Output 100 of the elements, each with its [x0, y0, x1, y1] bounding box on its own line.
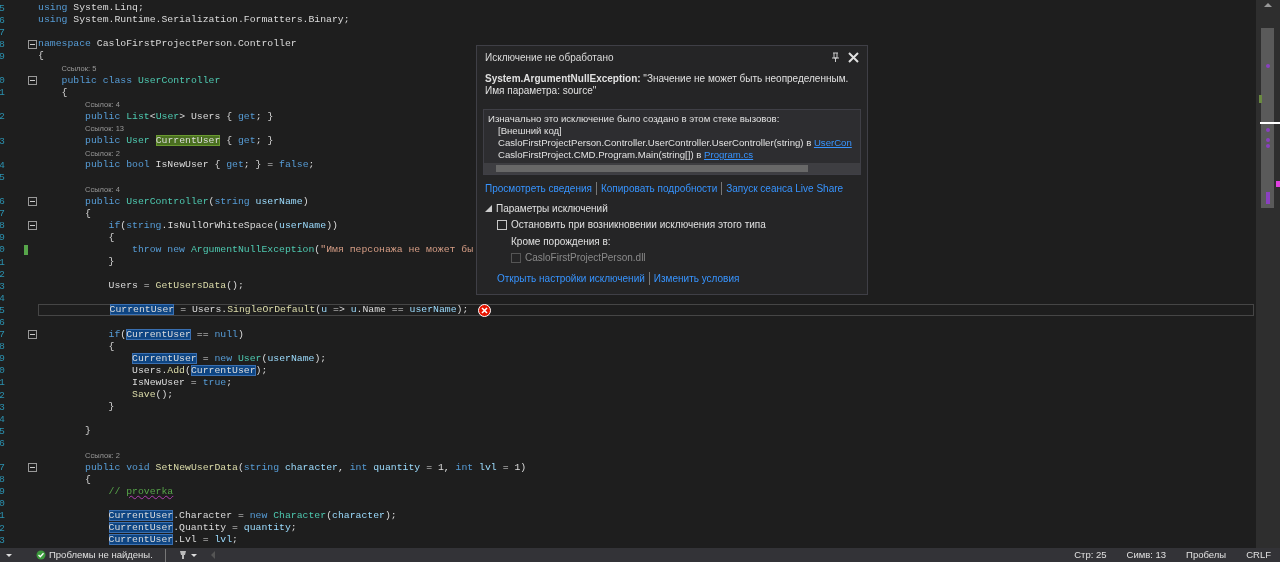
line-number: 7	[0, 329, 6, 341]
line-number: 2	[0, 268, 6, 280]
line-number: 3	[0, 401, 6, 413]
code-line: {	[107, 231, 115, 244]
line-number: 9	[0, 486, 6, 498]
indent-mode[interactable]: Пробелы	[1186, 547, 1227, 562]
code-line: CurrentUser.Lvl = lvl;	[107, 534, 238, 547]
checkbox-label: CasloFirstProjectPerson.dll	[525, 251, 646, 265]
collapse-icon[interactable]	[28, 463, 37, 473]
line-number: 3	[0, 135, 6, 147]
action-link[interactable]: Копировать подробности	[600, 181, 718, 196]
code-line: IsNewUser = true;	[131, 376, 233, 389]
close-icon[interactable]	[848, 52, 859, 63]
stack-frame: CasloFirstProject.CMD.Program.Main(string[]) в	[498, 149, 705, 160]
line-number: 4	[0, 292, 6, 304]
code-line: // proverka	[107, 485, 174, 498]
expander-icon[interactable]	[485, 205, 492, 212]
line-number: 0	[0, 244, 6, 256]
code-line: CurrentUser = Users.SingleOrDefault(u => u.Name == userName);	[108, 304, 469, 317]
code-line: }	[107, 401, 115, 414]
code-line: Save();	[131, 389, 174, 402]
line-number: 7	[0, 462, 6, 474]
line-number: 6	[0, 317, 6, 328]
except-label: Кроме порождения в:	[510, 235, 612, 249]
line-number: 3	[0, 534, 6, 546]
code-line: public UserController(string userName)	[84, 195, 309, 208]
code-line: throw new ArgumentNullException("Имя персонажа не может бы	[131, 243, 474, 256]
collapse-icon[interactable]	[28, 76, 37, 86]
code-line: {	[84, 473, 91, 486]
line-number: 7	[0, 208, 6, 220]
code-line: namespace CasloFirstProjectPerson.Controller	[38, 38, 297, 51]
code-line: public void SetNewUserData(string character, int quantity = 1, int lvl = 1)	[84, 461, 527, 474]
collapse-icon[interactable]	[28, 39, 37, 49]
line-number: 6	[0, 196, 6, 208]
code-line: CurrentUser.Quantity = quantity;	[107, 522, 297, 535]
line-number: 9	[0, 353, 6, 365]
line-number: 0	[0, 498, 6, 510]
code-line: {	[38, 50, 44, 63]
source-link[interactable]: Program.cs	[704, 149, 754, 160]
exception-message: System.ArgumentNullException: "Значение не может быть неопределенным. Имя параметра: source"	[484, 72, 850, 97]
code-line: public List<User> Users { get; }	[84, 110, 274, 123]
section-title: Параметры исключений	[496, 202, 608, 216]
code-line: }	[84, 425, 91, 438]
line-number: 7	[0, 26, 6, 38]
line-number: 5	[0, 171, 6, 183]
line-number: 0	[0, 75, 6, 87]
checkbox-label: Остановить при возникновении исключения этого типа	[511, 218, 766, 232]
collapse-icon[interactable]	[28, 330, 37, 340]
code-line: Users.Add(CurrentUser);	[131, 364, 268, 377]
code-line: CurrentUser = new User(userName);	[131, 352, 327, 365]
line-number: 4	[0, 159, 6, 171]
line-number: 6	[0, 437, 6, 449]
line-number: 3	[0, 280, 6, 292]
line-number: 1	[0, 510, 6, 522]
line-number: 8	[0, 38, 6, 50]
line-number: 5	[0, 2, 6, 14]
code-line: using System.Runtime.Serialization.Formatters.Binary;	[38, 14, 350, 27]
line-number: 1	[0, 377, 6, 389]
line-number: 8	[0, 341, 6, 353]
action-link[interactable]: Открыть настройки исключений	[497, 271, 645, 286]
line-number: 9	[0, 232, 6, 244]
line-number: 8	[0, 474, 6, 486]
pin-icon[interactable]	[831, 52, 840, 63]
code-line: public User CurrentUser { get; }	[84, 135, 274, 148]
action-link[interactable]: Изменить условия	[653, 271, 740, 286]
stack-frame: CasloFirstProjectPerson.Controller.UserController.UserController(string) в	[498, 137, 814, 148]
code-line: {	[84, 207, 91, 220]
line-number: 9	[0, 50, 6, 62]
line-number: 2	[0, 522, 6, 534]
line-number: 6	[0, 14, 6, 26]
code-line: using System.Linq;	[38, 2, 144, 15]
code-line: if(string.IsNullOrWhiteSpace(userName))	[107, 219, 338, 232]
dropdown-icon[interactable]	[190, 553, 197, 557]
line-number: 2	[0, 111, 6, 123]
collapse-icon[interactable]	[28, 221, 37, 231]
cursor-line[interactable]: Стр: 25	[1074, 547, 1107, 562]
code-line: public class UserController	[60, 74, 221, 87]
line-number: 5	[0, 304, 6, 316]
stack-frame: [Внешний код]	[484, 125, 860, 137]
brush-icon[interactable]	[177, 550, 188, 560]
action-link[interactable]: Просмотреть сведения	[485, 181, 592, 196]
code-line: {	[60, 86, 68, 99]
line-number: 2	[0, 389, 6, 401]
line-number: 8	[0, 220, 6, 232]
code-line: Users = GetUsersData();	[107, 280, 244, 293]
cursor-column[interactable]: Симв: 13	[1126, 547, 1167, 562]
horizontal-scrollbar[interactable]	[484, 163, 860, 174]
action-link[interactable]: Запуск сеанса Live Share	[726, 181, 844, 196]
issues-status[interactable]: Проблемы не найдены.	[49, 547, 153, 562]
source-link[interactable]: UserCon	[813, 137, 852, 148]
popup-title: Исключение не обработано	[485, 51, 614, 65]
collapse-icon[interactable]	[28, 197, 37, 207]
dropdown-icon[interactable]	[6, 553, 12, 557]
check-icon	[36, 550, 46, 560]
line-number: 1	[0, 87, 6, 99]
line-number: 5	[0, 425, 6, 437]
line-number: 1	[0, 256, 6, 268]
line-ending[interactable]: CRLF	[1246, 547, 1271, 562]
code-line: if(CurrentUser == null)	[107, 328, 244, 341]
code-line: {	[107, 340, 115, 353]
